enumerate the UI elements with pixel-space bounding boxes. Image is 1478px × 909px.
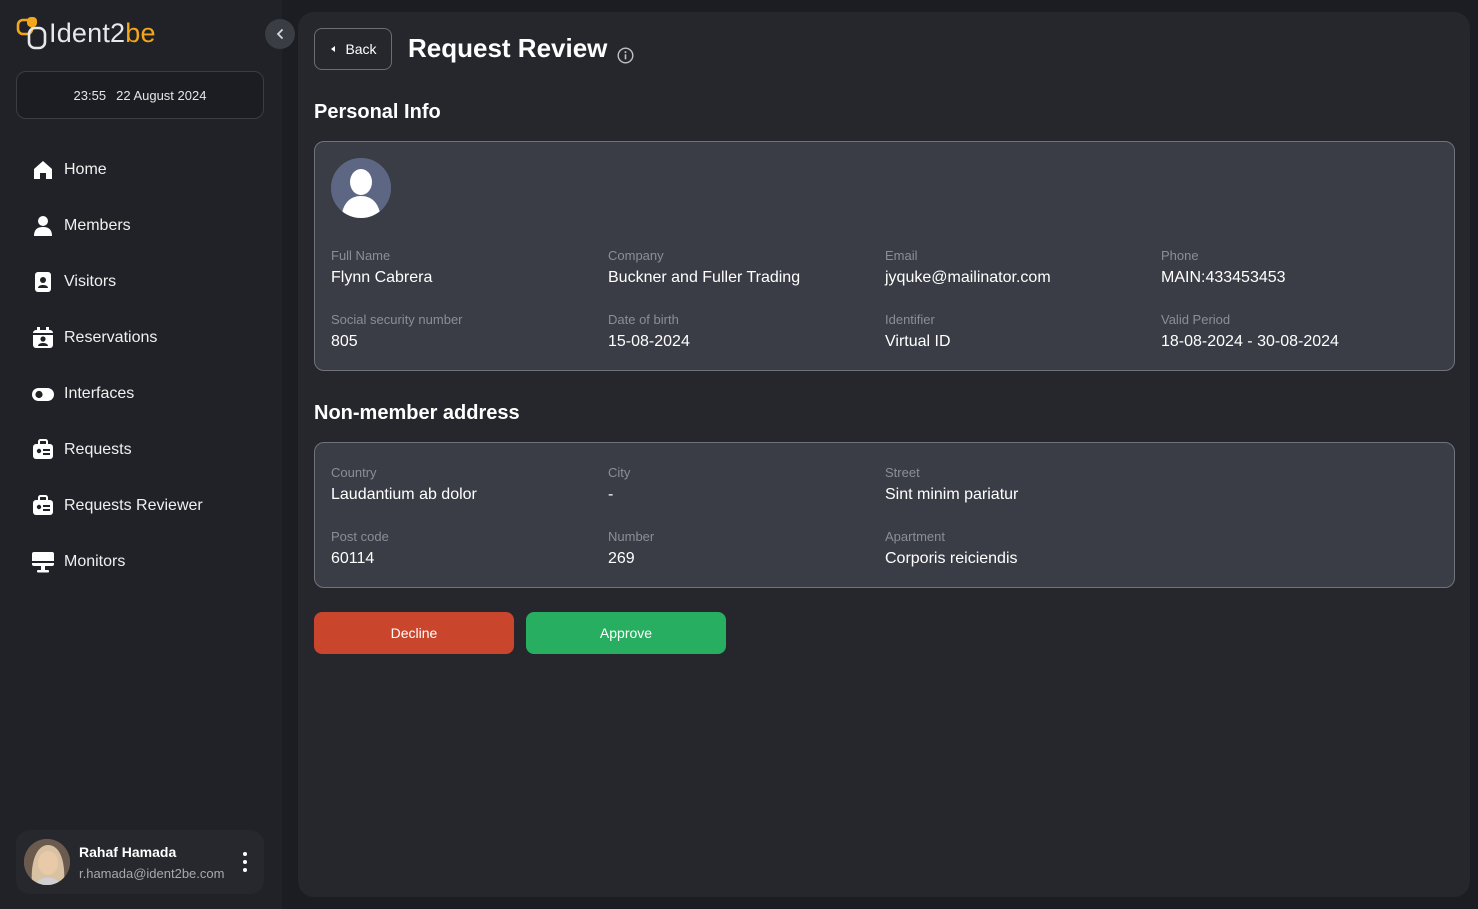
decline-button[interactable]: Decline	[314, 612, 514, 654]
sidebar-item-requests-reviewer[interactable]: Requests Reviewer	[0, 478, 282, 534]
field-value: 269	[608, 550, 635, 567]
field-label: Full Name	[331, 248, 391, 263]
more-vertical-icon[interactable]	[240, 852, 250, 872]
field-label: Date of birth	[608, 312, 679, 327]
field-date-of-birth: Date of birth 15-08-2024	[608, 312, 690, 351]
personal-info-card: Full Name Flynn Cabrera Company Buckner …	[314, 141, 1455, 371]
field-label: Phone	[1161, 248, 1199, 263]
user-name: Rahaf Hamada	[79, 843, 177, 860]
sidebar-item-label: Members	[64, 217, 131, 234]
user-info: Rahaf Hamada r.hamada@ident2be.com	[79, 844, 224, 881]
field-label: Company	[608, 248, 664, 263]
sidebar-nav: Home Members Visitors Reservations Inter…	[0, 142, 282, 590]
field-label: Street	[885, 465, 920, 480]
sidebar-item-reservations[interactable]: Reservations	[0, 310, 282, 366]
field-valid-period: Valid Period 18-08-2024 - 30-08-2024	[1161, 312, 1339, 351]
sidebar-item-interfaces[interactable]: Interfaces	[0, 366, 282, 422]
field-apartment: Apartment Corporis reiciendis	[885, 529, 1018, 568]
info-icon[interactable]	[617, 40, 634, 64]
field-company: Company Buckner and Fuller Trading	[608, 248, 800, 287]
field-value: Flynn Cabrera	[331, 269, 433, 286]
field-label: Social security number	[331, 312, 463, 327]
user-card[interactable]: Rahaf Hamada r.hamada@ident2be.com	[16, 830, 264, 894]
field-value: 15-08-2024	[608, 333, 690, 350]
logo[interactable]: Ident2be	[16, 14, 156, 52]
address-title: Non-member address	[314, 402, 520, 424]
avatar	[24, 839, 70, 885]
sidebar: Ident2be 23:55 22 August 2024 Home Membe…	[0, 0, 282, 909]
monitor-icon	[32, 551, 54, 573]
sidebar-item-label: Visitors	[64, 273, 117, 290]
sidebar-item-label: Requests Reviewer	[64, 497, 203, 514]
field-identifier: Identifier Virtual ID	[885, 312, 951, 351]
chevron-left-icon	[276, 29, 283, 39]
back-button[interactable]: Back	[314, 28, 392, 70]
field-label: Apartment	[885, 529, 945, 544]
calendar-person-icon	[32, 327, 54, 349]
field-label: City	[608, 465, 631, 480]
field-value: Corporis reiciendis	[885, 550, 1018, 567]
home-icon	[32, 159, 54, 181]
person-icon	[32, 215, 54, 237]
sidebar-item-label: Home	[64, 161, 107, 178]
collapse-sidebar-button[interactable]	[265, 19, 295, 49]
field-label: Post code	[331, 529, 389, 544]
id-card-icon	[32, 439, 54, 461]
caret-left-icon	[331, 46, 336, 52]
field-label: Country	[331, 465, 377, 480]
field-value: Virtual ID	[885, 333, 951, 350]
field-label: Number	[608, 529, 655, 544]
field-value: 18-08-2024 - 30-08-2024	[1161, 333, 1339, 350]
field-country: Country Laudantium ab dolor	[331, 465, 477, 504]
field-number: Number 269	[608, 529, 654, 568]
current-date: 22 August 2024	[116, 87, 207, 103]
sidebar-item-visitors[interactable]: Visitors	[0, 254, 282, 310]
sidebar-item-monitors[interactable]: Monitors	[0, 534, 282, 590]
field-value: 805	[331, 333, 358, 350]
field-value: jyquke@mailinator.com	[885, 269, 1051, 286]
sidebar-item-label: Interfaces	[64, 385, 135, 402]
personal-info-title: Personal Info	[314, 101, 441, 123]
main-panel: Back Request Review Personal Info Full N…	[298, 12, 1470, 897]
field-value: Laudantium ab dolor	[331, 486, 477, 503]
id-card-icon	[32, 495, 54, 517]
field-value: MAIN:433453453	[1161, 269, 1286, 286]
field-street: Street Sint minim pariatur	[885, 465, 1018, 504]
logo-icon	[16, 16, 48, 50]
sidebar-item-label: Reservations	[64, 329, 158, 346]
field-full-name: Full Name Flynn Cabrera	[331, 248, 432, 287]
field-value: Sint minim pariatur	[885, 486, 1019, 503]
back-button-label: Back	[345, 41, 377, 57]
field-email: Email jyquke@mailinator.com	[885, 248, 1051, 287]
address-card: Country Laudantium ab dolor City - Stree…	[314, 442, 1455, 588]
approve-button[interactable]: Approve	[526, 612, 726, 654]
profile-placeholder-avatar	[331, 158, 391, 218]
field-city: City -	[608, 465, 630, 504]
sidebar-item-label: Requests	[64, 441, 132, 458]
sidebar-item-label: Monitors	[64, 553, 126, 570]
datetime-display: 23:55 22 August 2024	[16, 71, 264, 119]
user-email: r.hamada@ident2be.com	[79, 865, 225, 881]
page-title-row: Request Review	[408, 33, 634, 64]
current-time: 23:55	[73, 87, 107, 103]
field-value: Buckner and Fuller Trading	[608, 269, 801, 286]
sidebar-item-home[interactable]: Home	[0, 142, 282, 198]
logo-text: Ident2be	[49, 17, 156, 48]
badge-icon	[32, 271, 54, 293]
field-post-code: Post code 60114	[331, 529, 389, 568]
field-value: 60114	[331, 550, 375, 567]
field-label: Valid Period	[1161, 312, 1231, 327]
field-phone: Phone MAIN:433453453	[1161, 248, 1286, 287]
toggle-icon	[32, 383, 54, 405]
page-title: Request Review	[408, 33, 608, 63]
field-label: Email	[885, 248, 918, 263]
field-ssn: Social security number 805	[331, 312, 463, 351]
sidebar-item-requests[interactable]: Requests	[0, 422, 282, 478]
field-label: Identifier	[885, 312, 935, 327]
field-value: -	[608, 486, 614, 503]
sidebar-item-members[interactable]: Members	[0, 198, 282, 254]
